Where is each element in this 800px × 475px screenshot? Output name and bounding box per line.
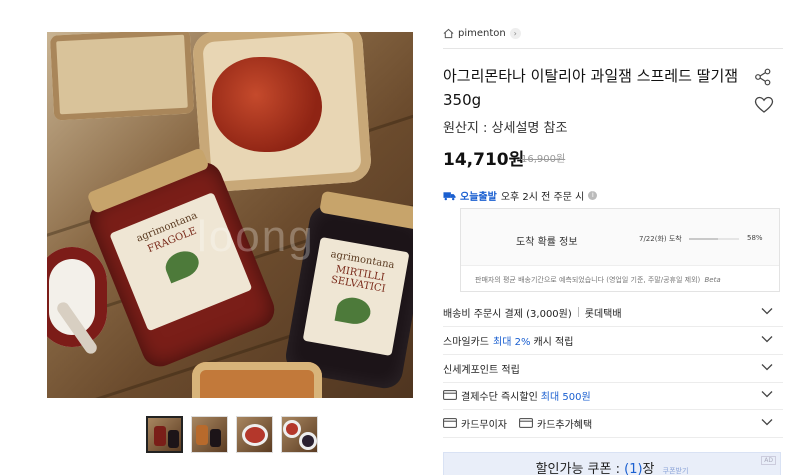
thumbnail-2[interactable] (191, 416, 228, 453)
shinsegae-point-label: 신세계포인트 적립 (443, 364, 520, 376)
chevron-down-icon (761, 391, 773, 398)
coupon-download-link[interactable]: 쿠폰받기 (663, 467, 689, 475)
arrival-note-text: 판매자의 평균 배송기간으로 예측되었습니다 (영업일 기준, 주말/공휴일 제… (475, 276, 701, 284)
chevron-right-icon: › (509, 28, 521, 39)
shipping-fee-text: 배송비 주문시 결제 (3,000원) (443, 308, 572, 320)
shipping-fee-row[interactable]: 배송비 주문시 결제 (3,000원) 롯데택배 (443, 298, 783, 327)
arrival-title: 도착 확률 정보 (516, 237, 578, 248)
store-link[interactable]: pimenton › (443, 28, 521, 39)
original-price: 16,900원 (521, 154, 566, 165)
chevron-down-icon (761, 419, 773, 426)
jar-label: agrimontana MIRTILLI SELVATICI (302, 236, 410, 357)
card-icon (443, 390, 457, 400)
thumbnail-3[interactable] (236, 416, 273, 453)
arrival-date: 7/22(화) 도착 (639, 235, 682, 243)
thumb-jar (196, 425, 208, 445)
coupon-unit: 장 (642, 462, 655, 475)
jar-lid (319, 190, 413, 231)
smile-card-row[interactable]: 스마일카드 최대 2% 캐시 적립 (443, 326, 783, 355)
instant-discount-row[interactable]: 결제수단 즉시할인 최대 500원 (443, 381, 783, 410)
courier-name: 롯데택배 (584, 308, 622, 320)
coupon-label: 할인가능 쿠폰 : (535, 462, 625, 475)
thumb-jar (168, 430, 179, 448)
coupon-count: (1) (624, 462, 643, 475)
coupon-bar[interactable]: 할인가능 쿠폰 : (1)장 쿠폰받기 AD (443, 452, 781, 475)
smile-card-label: 스마일카드 (443, 336, 489, 348)
info-icon[interactable]: i (588, 191, 598, 200)
chevron-down-icon (761, 364, 773, 371)
thumb-jar (210, 429, 221, 447)
bread-loaf (49, 32, 195, 121)
watermark: loong (197, 212, 315, 261)
thumb-jar (154, 426, 166, 446)
shipping-cutoff: 오후 2시 전 주문 시 (500, 192, 585, 203)
thumbnail-strip (146, 416, 318, 453)
beta-badge: Beta (704, 276, 721, 284)
store-name: pimenton (458, 28, 506, 39)
share-icon[interactable] (754, 68, 772, 86)
arrival-stats: 도착 확률 정보 7/22(화) 도착 58% (461, 209, 779, 266)
arrival-note: 판매자의 평균 배송기간으로 예측되었습니다 (영업일 기준, 주말/공휴일 제… (475, 275, 721, 285)
instant-discount-label: 결제수단 즉시할인 (461, 391, 538, 403)
thumbnail-1[interactable] (146, 416, 183, 453)
chevron-down-icon (761, 308, 773, 315)
ad-badge: AD (761, 456, 776, 465)
smile-card-suffix: 캐시 적립 (533, 336, 574, 348)
thumb-bowl (286, 423, 298, 435)
shinsegae-point-row[interactable]: 신세계포인트 적립 (443, 354, 783, 383)
interest-free-label[interactable]: 카드무이자 (461, 416, 507, 431)
home-icon (443, 28, 454, 39)
divider (443, 48, 783, 49)
arrival-percent: 58% (747, 234, 763, 242)
product-main-image[interactable]: agrimontana FRAGOLE agrimontana MIRTILLI… (47, 32, 413, 398)
jar-bottom (192, 362, 322, 398)
heart-icon[interactable] (754, 96, 774, 114)
card-benefits-row[interactable]: 카드무이자 카드추가혜택 (443, 409, 783, 438)
origin-info: 원산지 : 상세설명 참조 (443, 121, 568, 136)
arrival-probability-box: 도착 확률 정보 7/22(화) 도착 58% 판매자의 평균 배송기간으로 예… (460, 208, 780, 292)
thumbnail-4[interactable] (281, 416, 318, 453)
card-extra-benefit-label[interactable]: 카드추가혜택 (537, 416, 592, 431)
sale-price: 14,710원 (443, 150, 525, 170)
today-shipping-label: 오늘출발 (460, 192, 497, 203)
shipping-row: 오늘출발 오후 2시 전 주문 시 i (443, 188, 598, 203)
chevron-down-icon (761, 336, 773, 343)
instant-discount-amount: 최대 500원 (540, 391, 591, 403)
blueberry-illustration (334, 295, 373, 327)
thumb-bowl (302, 435, 314, 447)
card-icon (519, 418, 533, 428)
jam-spread (212, 57, 322, 152)
smile-card-rate: 최대 2% (493, 336, 531, 348)
card-icon (443, 418, 457, 428)
thumb-bowl (245, 427, 265, 443)
arrival-progress-bar (689, 238, 739, 240)
truck-icon (443, 191, 456, 200)
product-title: 아그리몬타나 이탈리아 과일잼 스프레드 딸기잼 350g (443, 67, 739, 109)
arrival-progress-fill (689, 238, 718, 240)
separator (577, 307, 579, 317)
